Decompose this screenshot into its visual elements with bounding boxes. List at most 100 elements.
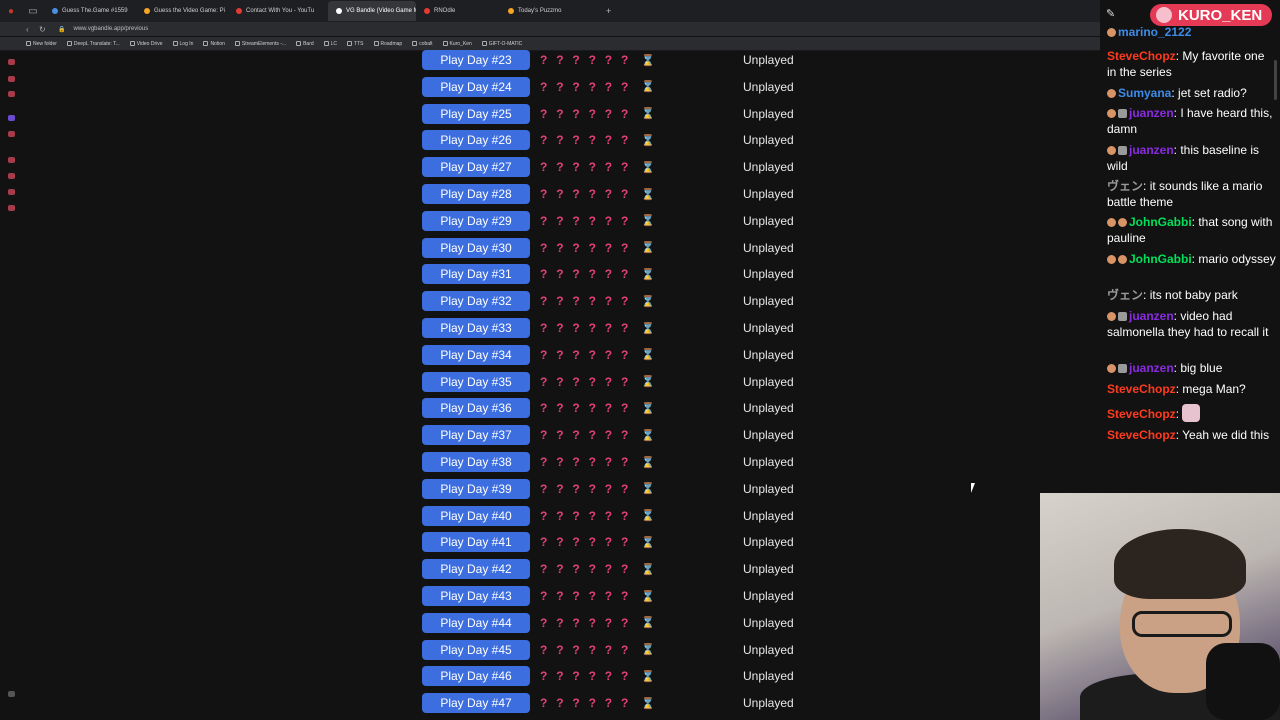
tab-favicon-icon [236, 8, 242, 14]
unknown-clue-icon: ? [572, 53, 580, 67]
sidebar-app-icon[interactable] [8, 76, 15, 82]
sidebar-app-icon[interactable] [8, 157, 15, 163]
status-label: Unplayed [743, 321, 794, 335]
browser-tab[interactable]: RNOdle [416, 1, 500, 21]
status-label: Unplayed [743, 508, 794, 523]
bookmark-item[interactable]: StreamElements -... [234, 41, 286, 47]
browser-tab[interactable]: Today's Puzzmo [500, 1, 600, 21]
chat-username[interactable]: SteveChopz [1107, 49, 1176, 63]
bookmark-item[interactable]: TTS [347, 41, 364, 47]
play-day-button[interactable]: Play Day #36 [422, 398, 530, 419]
play-day-button[interactable]: Play Day #39 [422, 478, 530, 499]
chat-username[interactable]: juanzen [1129, 143, 1174, 157]
url-field[interactable]: www.vgbandle.app/previous [73, 26, 148, 32]
chat-username[interactable]: juanzen [1129, 361, 1174, 375]
hourglass-icon: ⌛ [641, 322, 655, 335]
unknown-clue-icon: ? [556, 428, 564, 443]
play-day-button[interactable]: Play Day #45 [422, 639, 530, 660]
sidebar-settings-icon[interactable] [8, 691, 15, 697]
status-label: Unplayed [743, 455, 794, 469]
bookmark-item[interactable]: cobalt [412, 41, 433, 47]
browser-tab[interactable]: VG Bandle (Video Game M [328, 1, 416, 21]
hourglass-icon: ⌛ [641, 697, 655, 710]
chat-username[interactable]: SteveChopz [1107, 428, 1176, 442]
play-day-button[interactable]: Play Day #28 [422, 184, 530, 204]
sidebar-app-icon[interactable] [8, 205, 15, 211]
bookmark-item[interactable]: Roadmap [373, 41, 402, 47]
bookmark-item[interactable]: Log In [172, 41, 193, 47]
bookmark-label: Video Drive [136, 40, 163, 47]
play-day-button[interactable]: Play Day #25 [422, 103, 530, 124]
browser-menu-icon[interactable]: ● [0, 0, 22, 22]
play-day-button[interactable]: Play Day #27 [422, 157, 530, 178]
unknown-clue-icon: ? [556, 562, 564, 577]
sidebar-app-icon[interactable] [8, 59, 15, 65]
chat-username[interactable]: ヴェン [1107, 179, 1143, 193]
unknown-clue-icon: ? [540, 615, 548, 630]
bookmark-item[interactable]: LC [323, 41, 337, 47]
chat-username[interactable]: JohnGabbi [1129, 252, 1192, 266]
chat-username[interactable]: marino_2122 [1118, 25, 1191, 39]
play-day-button[interactable]: Play Day #43 [422, 586, 530, 606]
play-day-button[interactable]: Play Day #30 [422, 237, 530, 258]
chat-username[interactable]: SteveChopz [1107, 382, 1176, 396]
play-day-button[interactable]: Play Day #47 [422, 693, 530, 714]
unknown-clue-icon: ? [588, 160, 596, 175]
unknown-clue-icon: ? [556, 696, 564, 711]
play-day-button[interactable]: Play Day #35 [422, 371, 530, 392]
play-day-button[interactable]: Play Day #42 [422, 559, 530, 580]
play-day-button[interactable]: Play Day #44 [422, 612, 530, 633]
play-day-button[interactable]: Play Day #29 [422, 210, 530, 231]
chat-username[interactable]: ヴェン [1107, 288, 1143, 302]
bookmark-item[interactable]: Bard [296, 41, 314, 47]
bookmark-item[interactable]: New folder [26, 41, 57, 47]
play-day-button[interactable]: Play Day #46 [422, 666, 530, 687]
chat-message: SteveChopz: My favorite one in the serie… [1107, 49, 1277, 80]
unknown-clue-icon: ? [620, 294, 629, 309]
back-icon[interactable]: ‹ [26, 25, 39, 34]
chat-scrollbar[interactable] [1274, 60, 1277, 100]
play-day-button[interactable]: Play Day #26 [422, 130, 530, 151]
browser-tab[interactable]: Guess the Video Game: Pi [136, 1, 228, 21]
tab-overview-icon[interactable]: ▭ [22, 0, 44, 22]
play-day-button[interactable]: Play Day #23 [422, 50, 530, 70]
unknown-clue-icon: ? [556, 53, 564, 67]
play-day-button[interactable]: Play Day #32 [422, 291, 530, 312]
browser-tab[interactable]: Contact With You - YouTu [228, 1, 328, 21]
chat-message: juanzen: this baseline is wild [1107, 143, 1277, 174]
unknown-clue-icon: ? [604, 321, 613, 335]
bookmark-item[interactable]: Notion [203, 41, 225, 47]
play-day-button[interactable]: Play Day #41 [422, 532, 530, 553]
puzzle-row: Play Day #41?????? ⌛ Unplayed [422, 531, 822, 553]
sidebar-app-icon[interactable] [8, 173, 15, 179]
bookmark-folder-icon [26, 41, 31, 46]
bookmark-item[interactable]: Kuro_Ken [442, 41, 472, 47]
sidebar-app-icon[interactable] [8, 131, 15, 137]
chat-username[interactable]: juanzen [1129, 106, 1174, 120]
bookmark-item[interactable]: Video Drive [129, 40, 163, 47]
sidebar-app-icon[interactable] [8, 189, 15, 195]
unknown-clue-icon: ? [604, 615, 613, 630]
chat-username[interactable]: Sumyana [1118, 86, 1171, 100]
bookmark-item[interactable]: GIFT-O-MATIC [481, 41, 522, 47]
bookmark-item[interactable]: DeepL Translate: T... [66, 41, 120, 47]
bookmark-label: New folder [33, 40, 57, 47]
play-day-button[interactable]: Play Day #38 [422, 452, 530, 472]
play-day-button[interactable]: Play Day #37 [422, 425, 530, 446]
twitch-icon[interactable] [8, 115, 15, 121]
play-day-button[interactable]: Play Day #31 [422, 264, 530, 285]
unknown-clue-icon: ? [540, 106, 548, 121]
play-day-button[interactable]: Play Day #34 [422, 344, 530, 365]
new-tab-button[interactable]: + [606, 6, 611, 16]
play-day-button[interactable]: Play Day #40 [422, 505, 530, 526]
sidebar-app-icon[interactable] [8, 91, 15, 97]
reload-icon[interactable]: ↻ [39, 25, 52, 34]
chat-username[interactable]: SteveChopz [1107, 407, 1176, 421]
play-day-button[interactable]: Play Day #33 [422, 318, 530, 338]
browser-tab[interactable]: Guess The.Game #1559 [44, 1, 136, 21]
play-day-button[interactable]: Play Day #24 [422, 76, 530, 97]
unknown-clue-icon: ? [620, 535, 629, 550]
hourglass-icon: ⌛ [641, 483, 655, 496]
chat-username[interactable]: juanzen [1129, 309, 1174, 323]
chat-username[interactable]: JohnGabbi [1129, 215, 1192, 229]
